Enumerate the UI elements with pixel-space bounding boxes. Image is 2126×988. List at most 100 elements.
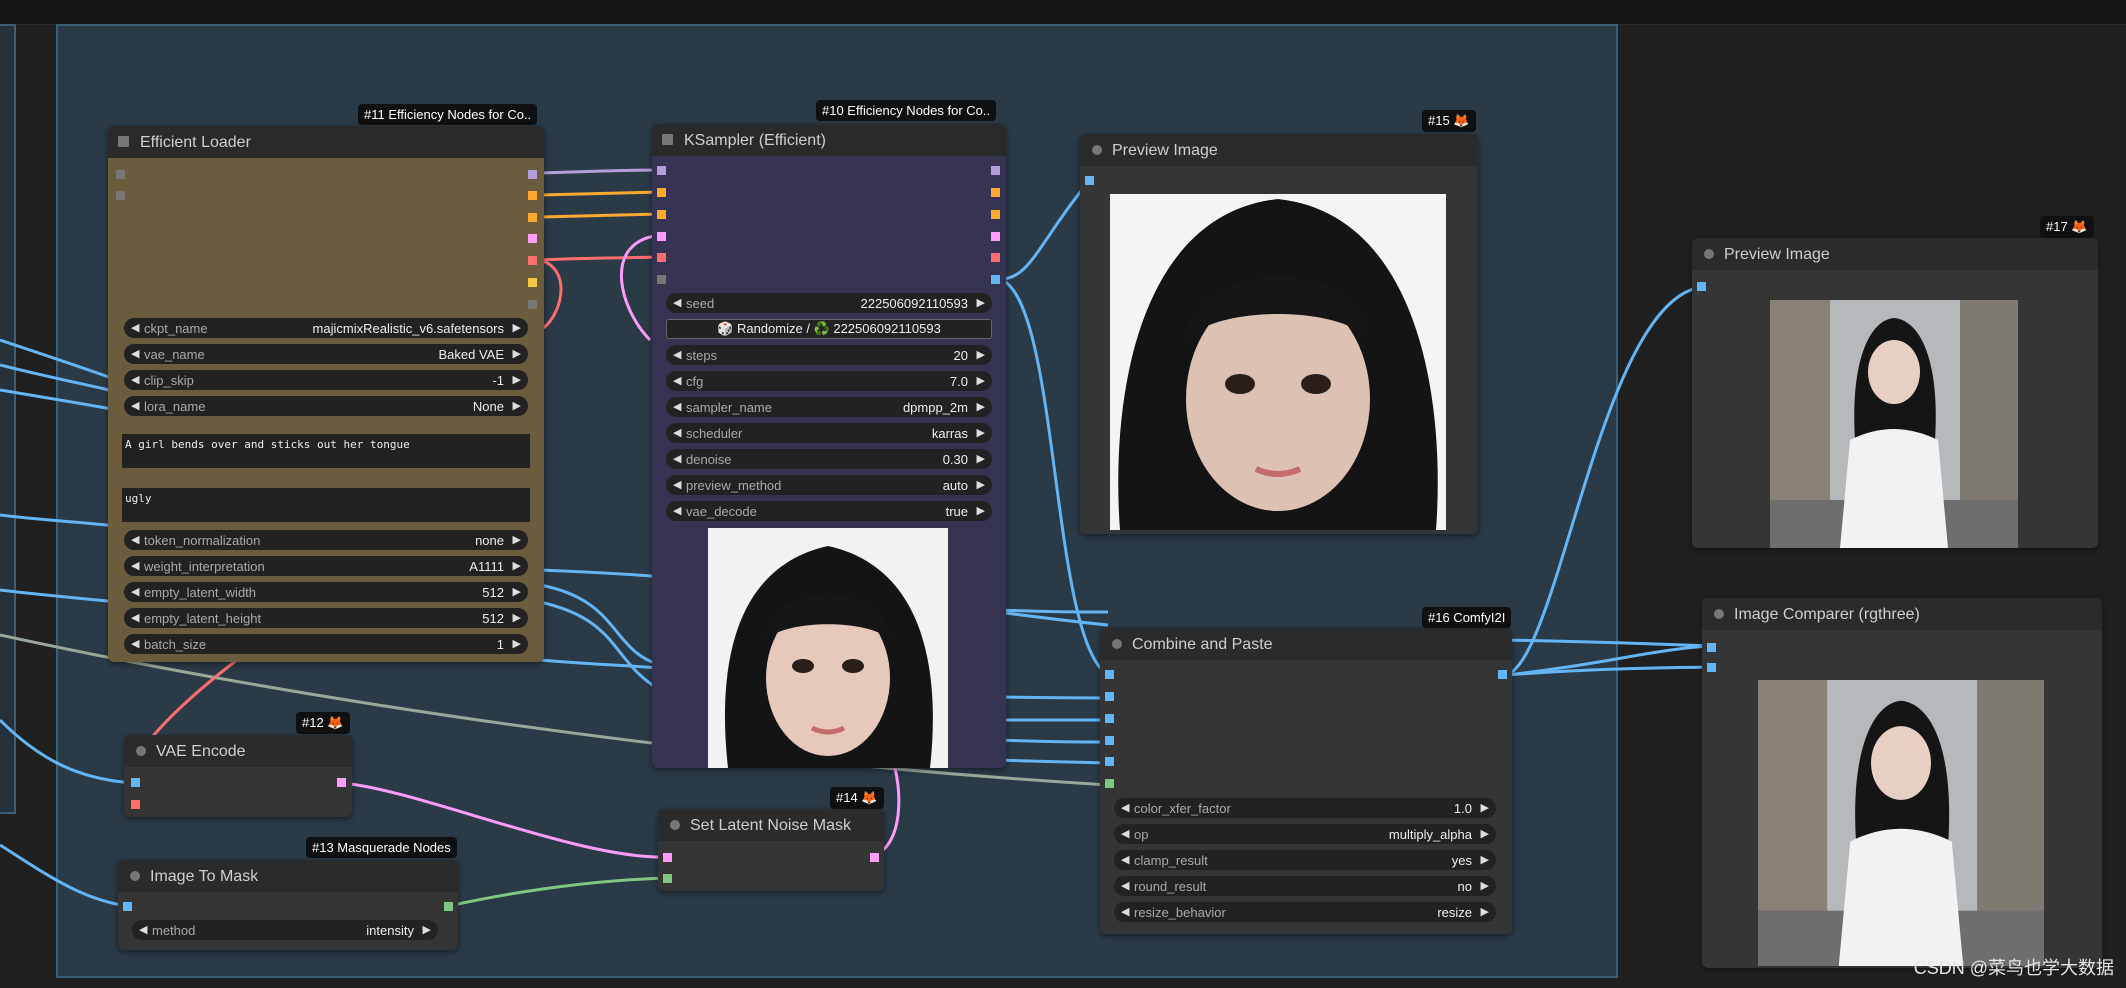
collapse-toggle[interactable] — [130, 871, 140, 881]
arrow-left-icon[interactable]: ◀ — [673, 504, 681, 517]
input-slot-x[interactable] — [1105, 714, 1114, 723]
widget-ckpt-name[interactable]: ◀ ckpt_name majicmixRealistic_v6.safetenso… — [124, 318, 528, 338]
arrow-right-icon[interactable]: ▶ — [977, 478, 985, 491]
arrow-left-icon[interactable]: ◀ — [673, 400, 681, 413]
input-slot-model[interactable] — [657, 166, 666, 175]
arrow-right-icon[interactable]: ▶ — [977, 452, 985, 465]
widget-sampler-name[interactable]: ◀ sampler_name dpmpp_2m ▶ — [666, 397, 992, 417]
arrow-right-icon[interactable]: ▶ — [513, 559, 521, 572]
arrow-left-icon[interactable]: ◀ — [673, 296, 681, 309]
input-slot-samples[interactable] — [663, 853, 672, 862]
arrow-right-icon[interactable]: ▶ — [1481, 879, 1489, 892]
preview-image-15-node[interactable]: Preview Image — [1080, 134, 1478, 534]
collapse-toggle[interactable] — [662, 134, 673, 145]
arrow-left-icon[interactable]: ◀ — [673, 478, 681, 491]
output-slot-latent[interactable] — [870, 853, 879, 862]
output-slot-vae[interactable] — [991, 253, 1000, 262]
arrow-right-icon[interactable]: ▶ — [513, 321, 521, 334]
arrow-right-icon[interactable]: ▶ — [513, 373, 521, 386]
output-slot-model[interactable] — [528, 170, 537, 179]
arrow-right-icon[interactable]: ▶ — [977, 374, 985, 387]
input-slot-mask[interactable] — [1105, 779, 1114, 788]
ksampler-node[interactable]: KSampler (Efficient) ◀ seed 22250609211059… — [652, 124, 1006, 768]
widget-vae-name[interactable]: ◀ vae_name Baked VAE ▶ — [124, 344, 528, 364]
output-slot-mask[interactable] — [444, 902, 453, 911]
widget-lora-name[interactable]: ◀ lora_name None ▶ — [124, 396, 528, 416]
arrow-right-icon[interactable]: ▶ — [513, 347, 521, 360]
output-slot-image[interactable] — [991, 275, 1000, 284]
arrow-right-icon[interactable]: ▶ — [1481, 905, 1489, 918]
collapse-toggle[interactable] — [1714, 609, 1724, 619]
input-slot-image[interactable] — [123, 902, 132, 911]
arrow-right-icon[interactable]: ▶ — [977, 504, 985, 517]
arrow-left-icon[interactable]: ◀ — [1121, 853, 1129, 866]
arrow-left-icon[interactable]: ◀ — [1121, 827, 1129, 840]
input-slot-width[interactable] — [1105, 757, 1114, 766]
widget-round-result[interactable]: ◀ round_result no ▶ — [1114, 876, 1496, 896]
arrow-left-icon[interactable]: ◀ — [131, 321, 139, 334]
collapse-toggle[interactable] — [1092, 145, 1102, 155]
arrow-right-icon[interactable]: ▶ — [977, 348, 985, 361]
arrow-right-icon[interactable]: ▶ — [977, 296, 985, 309]
arrow-left-icon[interactable]: ◀ — [131, 399, 139, 412]
set-latent-noise-mask-node[interactable]: Set Latent Noise Mask — [658, 809, 884, 891]
output-slot-latent[interactable] — [337, 778, 346, 787]
arrow-right-icon[interactable]: ▶ — [513, 533, 521, 546]
collapse-toggle[interactable] — [118, 136, 129, 147]
widget-scheduler[interactable]: ◀ scheduler karras ▶ — [666, 423, 992, 443]
arrow-left-icon[interactable]: ◀ — [131, 585, 139, 598]
arrow-left-icon[interactable]: ◀ — [673, 374, 681, 387]
input-slot-optional-2[interactable] — [116, 191, 125, 200]
input-slot-pixels[interactable] — [131, 778, 140, 787]
output-slot-model[interactable] — [991, 166, 1000, 175]
arrow-left-icon[interactable]: ◀ — [131, 373, 139, 386]
output-slot-image[interactable] — [1498, 670, 1507, 679]
input-slot-image-a[interactable] — [1707, 643, 1716, 652]
arrow-right-icon[interactable]: ▶ — [977, 426, 985, 439]
widget-clamp-result[interactable]: ◀ clamp_result yes ▶ — [1114, 850, 1496, 870]
efficient-loader-node[interactable]: Efficient Loader ◀ ckpt_name majicmixReali… — [108, 126, 544, 662]
widget-empty-latent-height[interactable]: ◀ empty_latent_height 512 ▶ — [124, 608, 528, 628]
node-header[interactable]: KSampler (Efficient) — [652, 124, 1006, 156]
arrow-right-icon[interactable]: ▶ — [513, 585, 521, 598]
arrow-left-icon[interactable]: ◀ — [131, 611, 139, 624]
input-slot-mask[interactable] — [663, 874, 672, 883]
arrow-left-icon[interactable]: ◀ — [131, 637, 139, 650]
output-slot-clip[interactable] — [528, 278, 537, 287]
output-slot-positive[interactable] — [528, 191, 537, 200]
widget-weight-interpretation[interactable]: ◀ weight_interpretation A1111 ▶ — [124, 556, 528, 576]
arrow-right-icon[interactable]: ▶ — [977, 400, 985, 413]
arrow-left-icon[interactable]: ◀ — [131, 533, 139, 546]
node-header[interactable]: Image Comparer (rgthree) — [1702, 598, 2102, 630]
widget-vae-decode[interactable]: ◀ vae_decode true ▶ — [666, 501, 992, 521]
arrow-right-icon[interactable]: ▶ — [1481, 801, 1489, 814]
image-to-mask-node[interactable]: Image To Mask ◀ method intensity ▶ — [118, 860, 458, 950]
collapse-toggle[interactable] — [1112, 639, 1122, 649]
input-slot-positive[interactable] — [657, 188, 666, 197]
input-slot-vae[interactable] — [131, 800, 140, 809]
node-header[interactable]: Efficient Loader — [108, 126, 544, 158]
vae-encode-node[interactable]: VAE Encode — [124, 735, 352, 817]
input-slot-image-b[interactable] — [1707, 663, 1716, 672]
arrow-right-icon[interactable]: ▶ — [1481, 827, 1489, 840]
node-header[interactable]: Preview Image — [1692, 238, 2098, 270]
collapse-toggle[interactable] — [136, 746, 146, 756]
widget-steps[interactable]: ◀ steps 20 ▶ — [666, 345, 992, 365]
output-slot-dependencies[interactable] — [528, 300, 537, 309]
arrow-left-icon[interactable]: ◀ — [131, 559, 139, 572]
widget-empty-latent-width[interactable]: ◀ empty_latent_width 512 ▶ — [124, 582, 528, 602]
widget-clip-skip[interactable]: ◀ clip_skip -1 ▶ — [124, 370, 528, 390]
output-slot-negative[interactable] — [528, 213, 537, 222]
arrow-left-icon[interactable]: ◀ — [673, 348, 681, 361]
input-slot-latent[interactable] — [657, 232, 666, 241]
combine-and-paste-node[interactable]: Combine and Paste ◀ color_xfer_factor 1.0 ▶… — [1100, 628, 1512, 934]
arrow-right-icon[interactable]: ▶ — [513, 611, 521, 624]
output-slot-negative[interactable] — [991, 210, 1000, 219]
node-header[interactable]: VAE Encode — [124, 735, 352, 767]
widget-denoise[interactable]: ◀ denoise 0.30 ▶ — [666, 449, 992, 469]
collapse-toggle[interactable] — [670, 820, 680, 830]
image-comparer-node[interactable]: Image Comparer (rgthree) — [1702, 598, 2102, 968]
widget-color-xfer-factor[interactable]: ◀ color_xfer_factor 1.0 ▶ — [1114, 798, 1496, 818]
node-header[interactable]: Set Latent Noise Mask — [658, 809, 884, 841]
arrow-right-icon[interactable]: ▶ — [423, 923, 431, 936]
